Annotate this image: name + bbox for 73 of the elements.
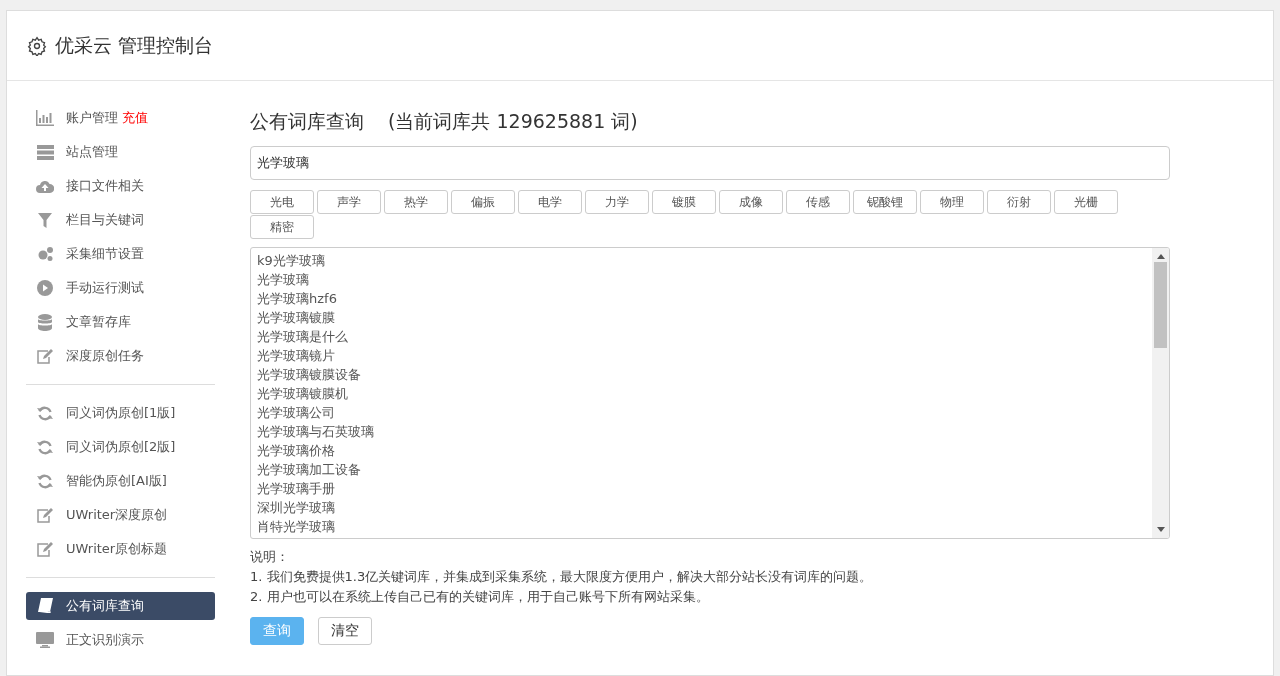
notes-title: 说明：	[250, 547, 290, 566]
tag-button[interactable]: 镀膜	[652, 189, 716, 214]
database-icon	[38, 313, 52, 331]
sidebar-item[interactable]: 手动运行测试	[26, 274, 215, 302]
tag-button[interactable]: 物理	[920, 189, 984, 214]
tag-button[interactable]: 精密	[250, 214, 314, 239]
play-icon	[37, 280, 53, 296]
note-text: 2. 用户也可以在系统上传自己已有的关键词库，用于自己账号下所有网站采集。	[250, 587, 710, 606]
sidebar-item[interactable]: 接口文件相关	[26, 172, 215, 200]
scrollbar-thumb[interactable]	[1154, 261, 1167, 348]
note-text: 1. 我们免费提供1.3亿关键词库，并集成到采集系统，最大限度方便用户，解决大部分站长没有词库的问题。	[250, 567, 874, 586]
refresh-icon	[37, 405, 53, 421]
scroll-up-icon[interactable]	[1156, 252, 1165, 259]
result-item[interactable]: 光学玻璃镀膜机	[257, 383, 348, 403]
tag-button[interactable]: 成像	[719, 189, 783, 214]
sidebar-item[interactable]: UWriter原创标题	[26, 535, 215, 563]
edit-icon	[37, 541, 53, 557]
monitor-icon	[36, 632, 54, 648]
tag-button[interactable]: 电学	[518, 189, 582, 214]
search-field[interactable]: 光学玻璃	[250, 145, 1170, 180]
tag-button[interactable]: 光栅	[1054, 189, 1118, 214]
server-icon	[36, 144, 54, 160]
result-item[interactable]: 深圳光学玻璃	[257, 497, 335, 517]
tag-button[interactable]: 力学	[585, 189, 649, 214]
result-item[interactable]: 光学玻璃镀膜设备	[257, 364, 361, 384]
sidebar-item[interactable]: 同义词伪原创[1版]	[26, 399, 215, 427]
result-item[interactable]: 光学玻璃镜片	[257, 345, 335, 365]
tag-button[interactable]: 偏振	[451, 189, 515, 214]
tag-button[interactable]: 铌酸锂	[853, 189, 917, 214]
page-title: 公有词库查询	[250, 109, 364, 134]
sidebar-item[interactable]: 智能伪原创[AI版]	[26, 467, 215, 495]
scroll-down-icon[interactable]	[1156, 526, 1165, 533]
result-item[interactable]: 光学玻璃	[257, 269, 309, 289]
tag-button[interactable]: 热学	[384, 189, 448, 214]
result-item[interactable]: 光学玻璃与石英玻璃	[257, 421, 374, 441]
word-count: (当前词库共 129625881 词)	[388, 109, 638, 134]
item-label: 账户管理	[66, 109, 118, 128]
tag-button[interactable]: 声学	[317, 189, 381, 214]
chart-icon	[36, 110, 54, 126]
sidebar-item[interactable]: 同义词伪原创[2版]	[26, 433, 215, 461]
sidebar-item[interactable]: 账户管理 充值	[26, 104, 215, 132]
tag-button[interactable]: 光电	[250, 189, 314, 214]
result-item[interactable]: 光学玻璃hzf6	[257, 288, 337, 308]
result-item[interactable]: 光学玻璃是什么	[257, 326, 348, 346]
sidebar-item[interactable]: 栏目与关键词	[26, 206, 215, 234]
refresh-icon	[37, 473, 53, 489]
result-item[interactable]: 光学玻璃价格	[257, 440, 335, 460]
cloud-upload-icon	[36, 179, 54, 193]
result-item[interactable]: 光学玻璃加工设备	[257, 459, 361, 479]
result-item[interactable]: 肖特光学玻璃	[257, 516, 335, 536]
settings-icon	[27, 35, 47, 56]
sidebar-item[interactable]: 采集细节设置	[26, 240, 215, 268]
sidebar-item[interactable]: 公有词库查询	[26, 592, 215, 620]
tag-button[interactable]: 传感	[786, 189, 850, 214]
search-input[interactable]: 光学玻璃	[257, 152, 1163, 173]
sidebar-item[interactable]: 文章暂存库	[26, 308, 215, 336]
tag-button[interactable]: 衍射	[987, 189, 1051, 214]
edit-icon	[37, 348, 53, 364]
clear-button[interactable]: 清空	[318, 616, 372, 645]
sidebar-item[interactable]: 站点管理	[26, 138, 215, 166]
result-item[interactable]: 光学玻璃公司	[257, 402, 335, 422]
refresh-icon	[37, 439, 53, 455]
result-list[interactable]: k9光学玻璃 光学玻璃 光学玻璃hzf6 光学玻璃镀膜 光学玻璃是什么 光学玻璃镜片 光学玻璃镀膜设备 光学玻璃镀膜机 光学玻璃公司 光学玻璃与石英玻璃 光学玻璃价格 光学玻璃加工设备 光学玻璃手册 深圳光学玻璃 肖特光学玻璃	[250, 246, 1170, 539]
result-item[interactable]: 光学玻璃镀膜	[257, 307, 335, 327]
window-title: 优采云 管理控制台	[55, 33, 214, 59]
sidebar-item[interactable]: 正文识别演示	[26, 626, 215, 654]
result-item[interactable]: 光学玻璃手册	[257, 478, 335, 498]
recharge-link[interactable]: 充值	[122, 108, 148, 128]
filter-icon	[38, 212, 52, 228]
sidebar-item[interactable]: UWriter深度原创	[26, 501, 215, 529]
sidebar-item[interactable]: 深度原创任务	[26, 342, 215, 370]
result-item[interactable]: k9光学玻璃	[257, 250, 325, 270]
edit-icon	[37, 507, 53, 523]
